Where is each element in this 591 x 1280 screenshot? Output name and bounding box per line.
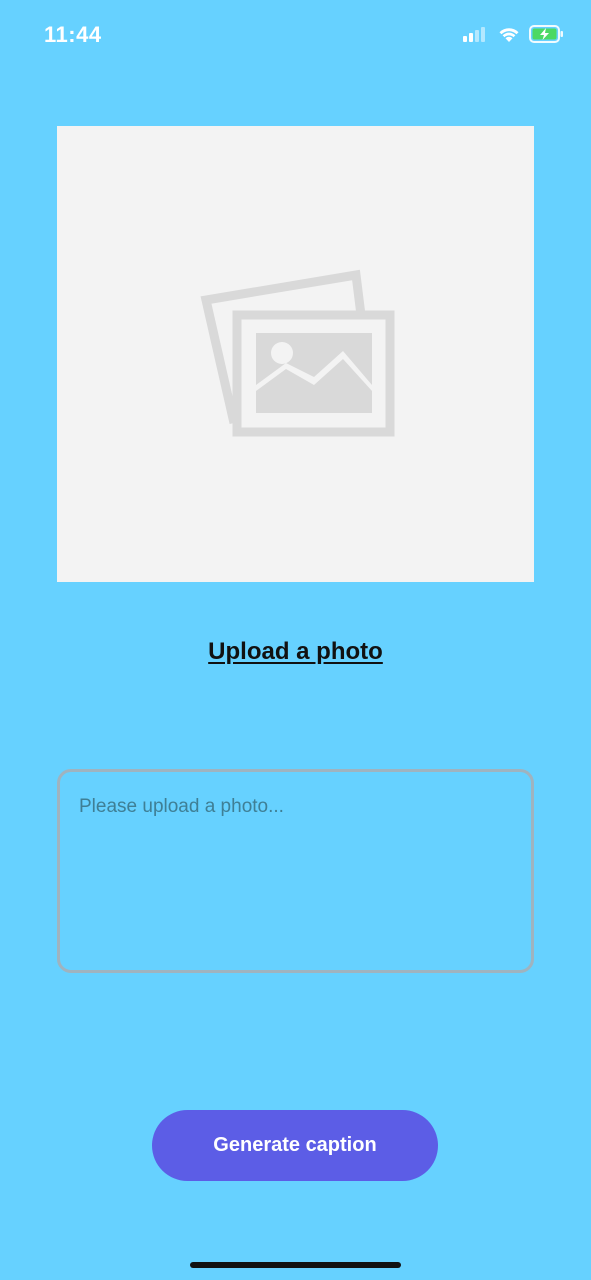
status-time: 11:44 bbox=[44, 22, 102, 47]
caption-field[interactable] bbox=[57, 769, 534, 973]
wifi-icon bbox=[497, 25, 521, 48]
image-placeholder-icon bbox=[196, 267, 396, 442]
battery-charging-icon bbox=[529, 24, 565, 48]
status-bar: 11:44 bbox=[0, 0, 591, 70]
home-indicator bbox=[190, 1262, 401, 1268]
upload-photo-link[interactable]: Upload a photo bbox=[0, 638, 591, 666]
status-icons bbox=[463, 24, 565, 48]
signal-icon bbox=[463, 26, 489, 47]
caption-textarea[interactable] bbox=[60, 772, 531, 970]
generate-caption-button[interactable]: Generate caption bbox=[152, 1110, 438, 1181]
photo-preview[interactable] bbox=[57, 126, 534, 582]
